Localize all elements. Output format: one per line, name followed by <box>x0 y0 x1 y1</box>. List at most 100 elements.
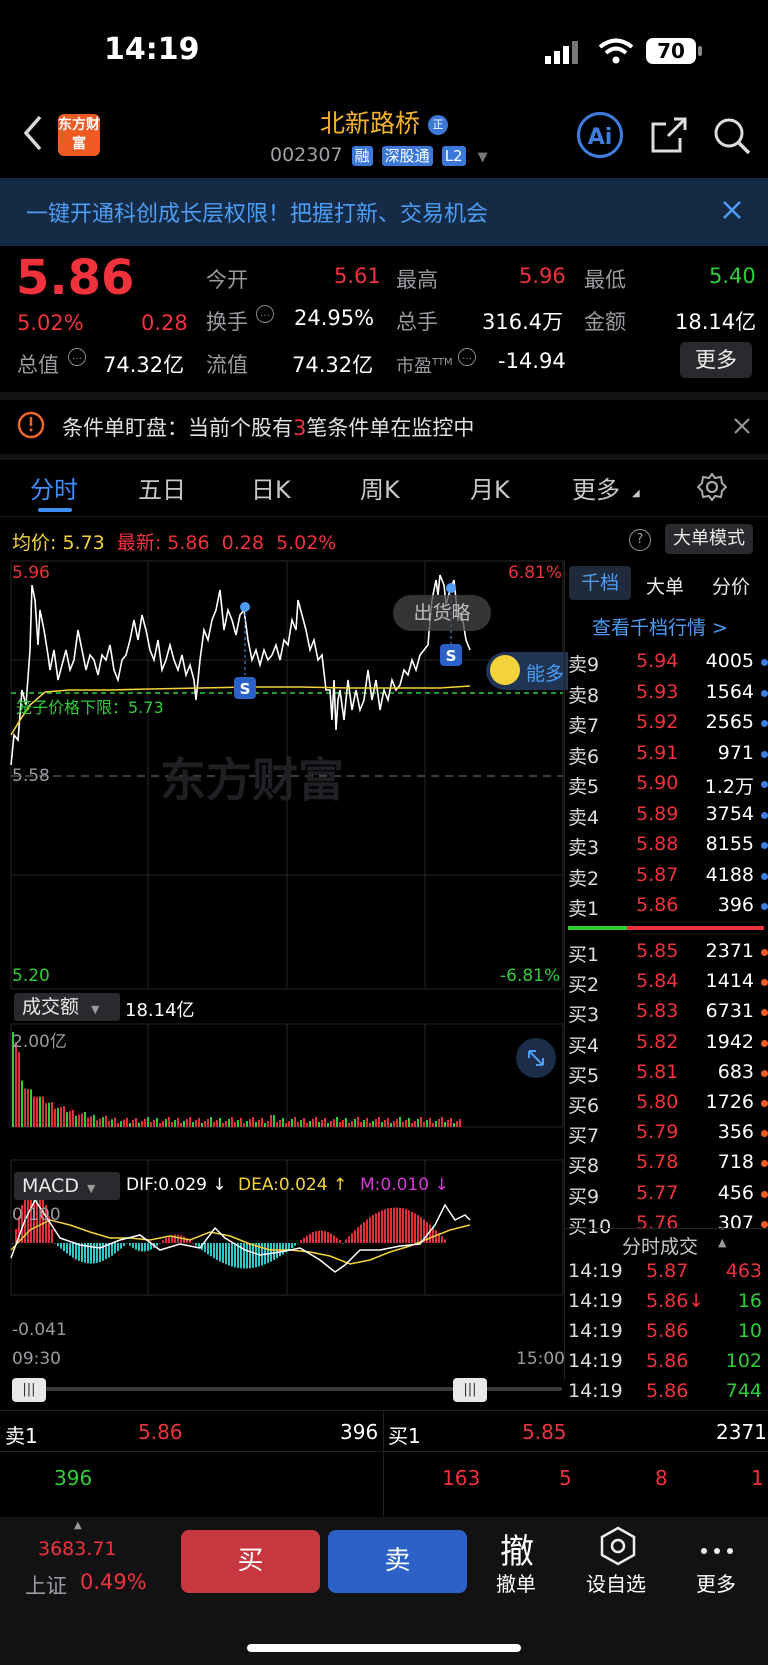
ticks-title[interactable]: 分时成交 <box>622 1232 698 1259</box>
macd-bar <box>369 1217 371 1243</box>
macd-bar <box>309 1233 311 1243</box>
banner-text[interactable]: 一键开通科创成长层权限！把握打新、交易机会 <box>26 196 488 228</box>
bid-row-8[interactable]: 买8 5.78 718 <box>568 1149 768 1179</box>
more-button[interactable]: 更多 <box>680 342 752 378</box>
macd-bar <box>207 1243 209 1255</box>
search-icon[interactable] <box>712 116 752 160</box>
tick-row: 14:19 5.86 102 <box>568 1350 768 1378</box>
macd-dea: DEA:0.024 ↑ <box>238 1175 348 1195</box>
bid-row-4[interactable]: 买4 5.82 1942 <box>568 1029 768 1059</box>
volume-bar <box>147 1117 149 1127</box>
range-handle-right[interactable]: ||| <box>453 1378 487 1402</box>
big-order-mode-button[interactable]: 大单模式 <box>665 524 753 554</box>
depth-link[interactable]: 查看千档行情 > <box>592 613 728 640</box>
intraday-chart[interactable]: 东方财富 S S <box>0 560 564 1340</box>
volume-bar <box>129 1122 131 1127</box>
ask-row-5[interactable]: 卖5 5.90 1.2万 <box>568 770 768 800</box>
stock-code-row[interactable]: 002307 融 深股通 L2 ▼ <box>270 144 488 166</box>
close-icon[interactable] <box>734 418 750 438</box>
bid-row-2[interactable]: 买2 5.84 1414 <box>568 968 768 998</box>
tab-weekly[interactable]: 周K <box>360 470 400 505</box>
ai-button[interactable]: Ai <box>577 112 623 158</box>
ask-row-9[interactable]: 卖1 5.86 396 <box>568 892 768 922</box>
ask-row-7[interactable]: 卖3 5.88 8155 <box>568 831 768 861</box>
chart-popup[interactable]: 出货略 <box>393 595 491 631</box>
bid-row-3[interactable]: 买3 5.83 6731 <box>568 998 768 1028</box>
bid-row-6[interactable]: 买6 5.80 1726 <box>568 1089 768 1119</box>
condition-alert[interactable]: 条件单盯盘：当前个股有3笔条件单在监控中 <box>0 400 768 454</box>
macd-indicator-select[interactable]: MACD ▼ <box>14 1172 120 1200</box>
macd-bar <box>252 1243 254 1268</box>
info-icon[interactable]: … <box>256 305 274 323</box>
share-icon[interactable] <box>650 116 688 158</box>
bid-row-5[interactable]: 买5 5.81 683 <box>568 1059 768 1089</box>
expand-icon[interactable] <box>516 1038 556 1078</box>
tab-monthly[interactable]: 月K <box>470 470 510 505</box>
more-dots-icon[interactable] <box>700 1540 734 1559</box>
volume-bar <box>111 1119 113 1127</box>
more-menu-button[interactable]: 更多 <box>696 1568 736 1597</box>
sell-button[interactable]: 卖 <box>328 1530 467 1593</box>
volume-bar <box>126 1117 128 1127</box>
ask-row-4[interactable]: 卖6 5.91 971 <box>568 740 768 770</box>
index-pct[interactable]: 0.49% <box>80 1570 147 1594</box>
volume-bar <box>237 1120 239 1127</box>
info-icon[interactable]: … <box>68 348 86 366</box>
close-icon[interactable] <box>722 200 742 224</box>
index-name[interactable]: 上证 <box>25 1570 67 1600</box>
ask-row-3[interactable]: 卖7 5.92 2565 <box>568 709 768 739</box>
gear-icon[interactable] <box>696 472 728 506</box>
mktcap-label: 总值 <box>17 353 59 377</box>
ask-row-2[interactable]: 卖8 5.93 1564 <box>568 679 768 709</box>
macd-bar <box>378 1211 380 1243</box>
volume-bar <box>300 1120 302 1127</box>
range-handle-left[interactable]: ||| <box>12 1378 46 1402</box>
volume-label: 总手 <box>396 310 438 334</box>
info-icon[interactable]: … <box>458 348 476 366</box>
svg-text:S: S <box>240 680 251 698</box>
tab-more[interactable]: 更多 <box>572 470 620 505</box>
bid-row-9[interactable]: 买9 5.77 456 <box>568 1180 768 1210</box>
tab-five-day[interactable]: 五日 <box>138 470 186 505</box>
level-volume: 971 <box>717 741 754 764</box>
alert-text: 条件单盯盘：当前个股有3笔条件单在监控中 <box>62 416 475 440</box>
cancel-order-button[interactable]: 撤单 <box>496 1568 536 1597</box>
volume-bar <box>81 1113 83 1127</box>
level-label: 买9 <box>568 1185 600 1208</box>
ask-row-1[interactable]: 卖9 5.94 4005 <box>568 648 768 678</box>
volume-indicator-select[interactable]: 成交额 ▼ <box>14 993 120 1021</box>
tab-intraday[interactable]: 分时 <box>30 470 78 505</box>
buy-button[interactable]: 买 <box>181 1530 320 1593</box>
macd-bar <box>318 1230 320 1243</box>
volume-bar <box>267 1121 269 1127</box>
side-tab-depth[interactable]: 千档 <box>569 566 631 600</box>
level-dot <box>761 689 768 697</box>
ai-assistant-chip[interactable]: 能多 <box>486 652 568 690</box>
macd-bar <box>228 1243 230 1266</box>
bid-row-1[interactable]: 买1 5.85 2371 <box>568 938 768 968</box>
ask-row-6[interactable]: 卖4 5.89 3754 <box>568 801 768 831</box>
level-label: 买4 <box>568 1034 600 1057</box>
chevron-down-icon: ▼ <box>477 150 488 165</box>
tab-daily[interactable]: 日K <box>251 470 291 505</box>
volume-bar <box>51 1102 53 1127</box>
help-icon[interactable]: ? <box>629 529 651 551</box>
macd-bar <box>156 1243 158 1246</box>
ask-row-8[interactable]: 卖2 5.87 4188 <box>568 862 768 892</box>
watchlist-icon[interactable] <box>599 1526 637 1570</box>
macd-bar <box>270 1243 272 1262</box>
volume-bar <box>120 1121 122 1127</box>
volume-bar <box>201 1123 203 1127</box>
chart-top-price: 5.96 <box>12 563 50 583</box>
volume-bar <box>93 1114 95 1127</box>
volume-bar <box>360 1122 362 1127</box>
side-tab-price[interactable]: 分价 <box>712 572 750 599</box>
index-value[interactable]: 3683.71 <box>38 1538 117 1560</box>
chart-bottom-pct: -6.81% <box>500 966 561 986</box>
volume-value: 316.4万 <box>482 310 564 334</box>
volume-bar <box>177 1118 179 1127</box>
add-watchlist-button[interactable]: 设自选 <box>586 1568 646 1597</box>
bid-row-7[interactable]: 买7 5.79 356 <box>568 1119 768 1149</box>
side-tab-bigorder[interactable]: 大单 <box>646 572 684 599</box>
cancel-order-icon[interactable]: 撤 <box>500 1524 534 1573</box>
